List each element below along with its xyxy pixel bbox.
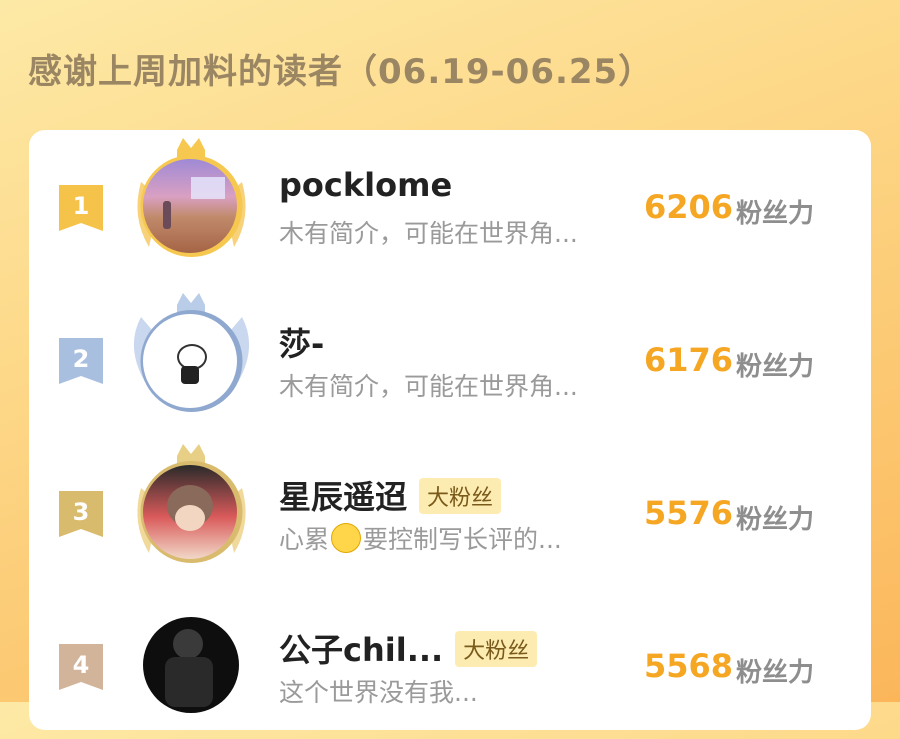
reader-bio: 心累 要控制写长评的...: [279, 520, 562, 556]
fan-power-value: 5568: [644, 647, 734, 685]
fan-power-value: 6176: [644, 341, 734, 379]
list-item[interactable]: 2 莎- 木有简介，可能在世界角... 6176 粉丝力: [29, 283, 871, 433]
fan-power-label: 粉丝力: [736, 352, 815, 382]
fan-power-label: 粉丝力: [736, 505, 815, 535]
reader-name[interactable]: pocklome: [279, 166, 452, 204]
big-fan-badge: 大粉丝: [419, 478, 502, 514]
avatar-frame[interactable]: [119, 287, 264, 427]
bio-text: 要控制写长评的...: [363, 525, 562, 554]
reader-bio: 这个世界没有我...: [279, 678, 478, 707]
reader-name-text[interactable]: 星辰遥迢: [279, 478, 407, 516]
rank-badge: 2: [59, 338, 103, 384]
rank-number: 4: [72, 651, 90, 679]
rank-badge: 1: [59, 185, 103, 231]
fan-power-label: 粉丝力: [736, 199, 815, 229]
rank-number: 1: [72, 192, 90, 220]
reader-name[interactable]: 星辰遥迢 大粉丝: [279, 472, 502, 518]
avatar-frame[interactable]: [119, 589, 264, 729]
list-item[interactable]: 4 公子chil... 大粉丝 这个世界没有我... 5568 粉丝力: [29, 589, 871, 739]
avatar: [143, 617, 239, 713]
list-item[interactable]: 1 pocklome 木有简介，可能在世界角... 6206 粉丝力: [29, 130, 871, 280]
bio-text: 心累: [279, 525, 330, 554]
rank-number: 2: [72, 345, 90, 373]
rank-badge: 4: [59, 644, 103, 690]
tired-face-icon: [331, 523, 362, 553]
avatar: [143, 159, 237, 253]
reader-bio: 木有简介，可能在世界角...: [279, 219, 578, 248]
avatar-frame[interactable]: [119, 132, 264, 272]
rank-number: 3: [72, 498, 90, 526]
avatar: [143, 465, 237, 559]
fan-power-value: 5576: [644, 494, 734, 532]
fan-power-label: 粉丝力: [736, 658, 815, 688]
list-item[interactable]: 3 星辰遥迢 大粉丝 心累 要控制写长评的... 5576 粉丝力: [29, 436, 871, 586]
reader-name[interactable]: 公子chil... 大粉丝: [279, 625, 538, 671]
avatar-frame[interactable]: [119, 438, 264, 578]
reader-name[interactable]: 莎-: [279, 319, 324, 365]
reader-name-text[interactable]: 公子chil...: [279, 631, 443, 669]
reader-bio: 木有简介，可能在世界角...: [279, 372, 578, 401]
big-fan-badge: 大粉丝: [455, 631, 538, 667]
reader-ranking-list: 1 pocklome 木有简介，可能在世界角... 6206 粉丝力 2 莎- …: [29, 130, 871, 730]
fan-power-value: 6206: [644, 188, 734, 226]
avatar: [143, 314, 237, 408]
page-title: 感谢上周加料的读者（06.19-06.25）: [28, 52, 654, 92]
rank-badge: 3: [59, 491, 103, 537]
